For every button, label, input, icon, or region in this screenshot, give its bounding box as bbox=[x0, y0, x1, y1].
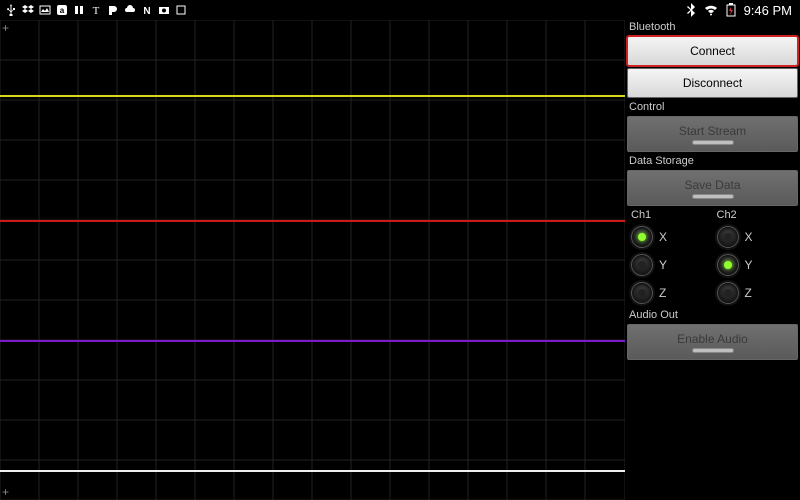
toggle-track-icon bbox=[692, 140, 734, 145]
audio-out-section-label: Audio Out bbox=[625, 308, 800, 322]
toggle-track-icon bbox=[692, 348, 734, 353]
control-section-label: Control bbox=[625, 100, 800, 114]
data-storage-section-label: Data Storage bbox=[625, 154, 800, 168]
radio-label: Y bbox=[745, 258, 753, 272]
ch1-column: Ch1 X Y Z bbox=[631, 208, 709, 306]
toggle-track-icon bbox=[692, 194, 734, 199]
disconnect-button-label: Disconnect bbox=[683, 76, 742, 90]
ch2-x-radio[interactable]: X bbox=[717, 224, 795, 250]
ch1-label: Ch1 bbox=[631, 208, 709, 222]
trace-white bbox=[0, 470, 625, 472]
radio-label: X bbox=[745, 230, 753, 244]
battery-icon bbox=[724, 3, 738, 17]
dropbox-icon bbox=[21, 3, 35, 17]
bluetooth-icon bbox=[684, 3, 698, 17]
svg-text:T: T bbox=[93, 5, 100, 16]
gallery-icon bbox=[38, 3, 52, 17]
nyt-icon: T bbox=[89, 3, 103, 17]
amazon-icon: a bbox=[55, 3, 69, 17]
status-bar-right: 9:46 PM bbox=[684, 3, 800, 18]
marker-top-left: + bbox=[2, 22, 9, 34]
connect-button[interactable]: Connect bbox=[627, 36, 798, 66]
disconnect-button[interactable]: Disconnect bbox=[627, 68, 798, 98]
trace-red bbox=[0, 220, 625, 222]
book-icon bbox=[72, 3, 86, 17]
ch2-column: Ch2 X Y Z bbox=[717, 208, 795, 306]
ch1-z-radio[interactable]: Z bbox=[631, 280, 709, 306]
trace-yellow bbox=[0, 95, 625, 97]
grid-lines bbox=[0, 20, 625, 500]
radio-label: Z bbox=[745, 286, 752, 300]
bluetooth-section-label: Bluetooth bbox=[625, 20, 800, 34]
box-icon bbox=[174, 3, 188, 17]
ch1-y-radio[interactable]: Y bbox=[631, 252, 709, 278]
netflix-icon: N bbox=[140, 3, 154, 17]
play-icon bbox=[106, 3, 120, 17]
ch2-z-radio[interactable]: Z bbox=[717, 280, 795, 306]
connect-button-label: Connect bbox=[690, 44, 735, 58]
svg-text:a: a bbox=[60, 6, 65, 15]
clock-time: 9:46 PM bbox=[744, 3, 792, 18]
camera-icon bbox=[157, 3, 171, 17]
svg-text:N: N bbox=[143, 6, 150, 16]
start-stream-button-label: Start Stream bbox=[679, 124, 746, 138]
radio-label: Y bbox=[659, 258, 667, 272]
marker-bottom-left: + bbox=[2, 486, 9, 498]
oscilloscope-plot: + + bbox=[0, 20, 625, 500]
enable-audio-button[interactable]: Enable Audio bbox=[627, 324, 798, 360]
usb-icon bbox=[4, 3, 18, 17]
status-bar: a T N 9:46 PM bbox=[0, 0, 800, 20]
status-bar-left-icons: a T N bbox=[0, 3, 188, 17]
enable-audio-button-label: Enable Audio bbox=[677, 332, 748, 346]
trace-purple bbox=[0, 340, 625, 342]
save-data-button[interactable]: Save Data bbox=[627, 170, 798, 206]
wifi-icon bbox=[704, 3, 718, 17]
radio-label: X bbox=[659, 230, 667, 244]
cloud-icon bbox=[123, 3, 137, 17]
control-panel: Bluetooth Connect Disconnect Control Sta… bbox=[625, 20, 800, 500]
start-stream-button[interactable]: Start Stream bbox=[627, 116, 798, 152]
radio-label: Z bbox=[659, 286, 666, 300]
ch1-x-radio[interactable]: X bbox=[631, 224, 709, 250]
ch2-y-radio[interactable]: Y bbox=[717, 252, 795, 278]
ch2-label: Ch2 bbox=[717, 208, 795, 222]
save-data-button-label: Save Data bbox=[684, 178, 740, 192]
